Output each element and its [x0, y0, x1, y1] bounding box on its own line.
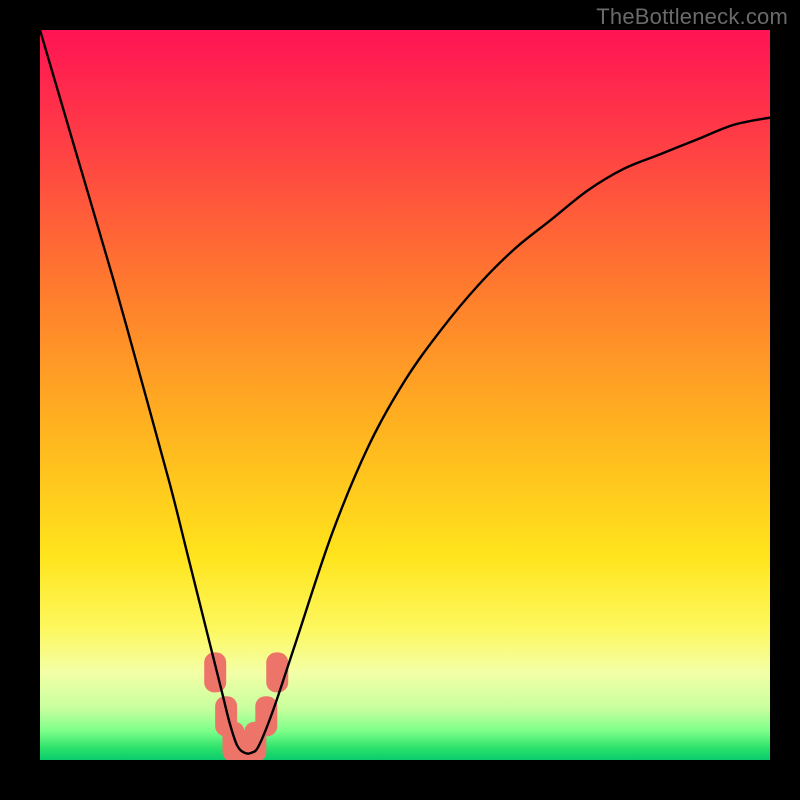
plot-area — [40, 30, 770, 760]
bottleneck-curve — [40, 30, 770, 754]
chart-frame: TheBottleneck.com — [0, 0, 800, 800]
chart-svg — [40, 30, 770, 760]
watermark-text: TheBottleneck.com — [596, 4, 788, 30]
curve-marker — [204, 652, 226, 692]
